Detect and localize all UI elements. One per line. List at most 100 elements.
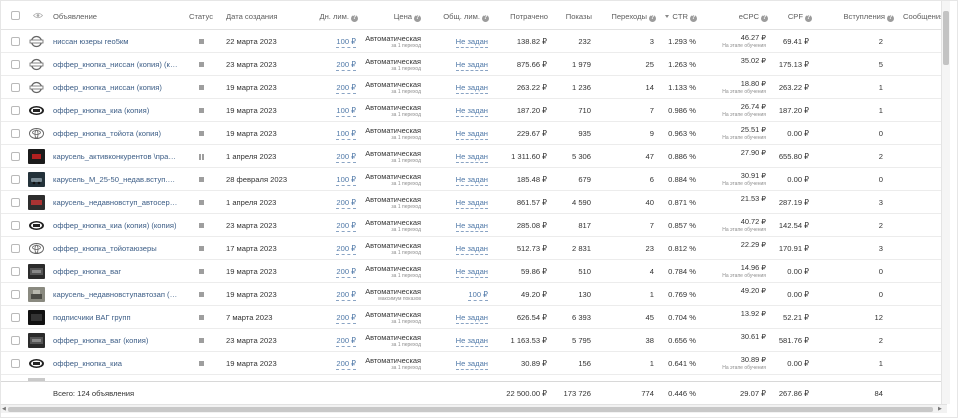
select-all-checkbox[interactable] xyxy=(11,11,20,20)
scroll-left-icon[interactable]: ◀ xyxy=(2,406,6,413)
row-checkbox[interactable] xyxy=(11,198,20,207)
status-icon[interactable] xyxy=(199,177,204,182)
daily-limit-value[interactable]: 200 ₽ xyxy=(316,352,356,375)
ad-name-link[interactable]: оффер_кнопка_ваг (копия) xyxy=(53,329,179,352)
row-checkbox[interactable] xyxy=(11,290,20,299)
help-icon[interactable]: ? xyxy=(805,15,812,22)
row-checkbox[interactable] xyxy=(11,336,20,345)
col-created[interactable]: Дата создания xyxy=(226,1,277,30)
row-checkbox[interactable] xyxy=(11,359,20,368)
daily-limit-value[interactable]: 200 ₽ xyxy=(316,329,356,352)
row-checkbox[interactable] xyxy=(11,152,20,161)
ad-name-link[interactable]: оффер_кнопка_тойота (копия) xyxy=(53,122,179,145)
row-checkbox[interactable] xyxy=(11,313,20,322)
status-icon[interactable] xyxy=(199,85,204,90)
daily-limit-value[interactable]: 200 ₽ xyxy=(316,283,356,306)
help-icon[interactable]: ? xyxy=(414,15,421,22)
status-icon[interactable] xyxy=(199,154,204,160)
horizontal-scrollbar[interactable]: ◀ ▶ xyxy=(1,404,947,413)
row-checkbox[interactable] xyxy=(11,175,20,184)
table-row[interactable]: оффер_кнопка_киа 19 марта 2023 200 ₽ Автома… xyxy=(1,352,941,375)
col-joins[interactable]: Вступления? xyxy=(839,1,894,30)
status-icon[interactable] xyxy=(199,361,204,366)
col-daily-limit[interactable]: Дн. лим.? xyxy=(301,1,358,30)
row-checkbox[interactable] xyxy=(11,267,20,276)
status-icon[interactable] xyxy=(199,131,204,136)
table-row[interactable]: оффер_кнопка_тойота (копия) 19 марта 2023… xyxy=(1,122,941,145)
daily-limit-value[interactable]: 200 ₽ xyxy=(316,76,356,99)
ad-name-link[interactable]: карусель_недавновступ_автосерви... xyxy=(53,191,179,214)
table-row[interactable]: оффер_кнопка_ваг (копия) 23 марта 2023 200… xyxy=(1,329,941,352)
table-row[interactable]: оффер_кнопка_тойотаюзеры 17 марта 2023 200… xyxy=(1,237,941,260)
help-icon[interactable]: ? xyxy=(351,15,358,22)
ad-name-link[interactable]: оффер_кнопка_киа xyxy=(53,352,179,375)
daily-limit-value[interactable]: 100 ₽ xyxy=(316,99,356,122)
ad-name-link[interactable]: оффер_кнопка_ниссан (копия) xyxy=(53,76,179,99)
help-icon[interactable]: ? xyxy=(690,15,697,22)
ad-name-link[interactable]: оффер_кнопка_киа (копия) (копия) xyxy=(53,214,179,237)
status-icon[interactable] xyxy=(199,246,204,251)
status-icon[interactable] xyxy=(199,315,204,320)
daily-limit-value[interactable]: 200 ₽ xyxy=(316,191,356,214)
ad-name-link[interactable]: оффер_кнопка_ниссан (копия) (коп... xyxy=(53,53,179,76)
scroll-right-icon[interactable]: ▶ xyxy=(938,406,942,413)
col-ad[interactable]: Объявление xyxy=(53,1,97,30)
table-row[interactable]: оффер_кнопка_киа (копия) (копия) 23 марта… xyxy=(1,214,941,237)
help-icon[interactable]: ? xyxy=(649,15,656,22)
status-icon[interactable] xyxy=(199,200,204,205)
status-icon[interactable] xyxy=(199,39,204,44)
ad-name-link[interactable]: карусель_активконкурентов \правки xyxy=(53,145,179,168)
daily-limit-value[interactable]: 200 ₽ xyxy=(316,260,356,283)
daily-limit-value[interactable]: 100 ₽ xyxy=(316,30,356,53)
table-row[interactable]: оффер_кнопка_киа (копия) 19 марта 2023 100… xyxy=(1,99,941,122)
row-checkbox[interactable] xyxy=(11,244,20,253)
help-icon[interactable]: ? xyxy=(761,15,768,22)
table-row[interactable]: карусель_М_25-50_недав.вступ.авт... 28 фе… xyxy=(1,168,941,191)
table-row[interactable]: карусель_недавновступавтозап (коп... 19 м… xyxy=(1,283,941,306)
col-ctr[interactable]: CTR? xyxy=(659,1,697,30)
status-icon[interactable] xyxy=(199,223,204,228)
table-row[interactable]: подписчики ВАГ групп 7 марта 2023 200 ₽ Авт… xyxy=(1,306,941,329)
ad-name-link[interactable]: карусель_недавновступавтозап (коп... xyxy=(53,283,179,306)
table-row[interactable]: карусель_недавновступ_автосерви... 1 апре… xyxy=(1,191,941,214)
ad-name-link[interactable]: оффер_кнопка_ваг xyxy=(53,260,179,283)
daily-limit-value[interactable]: 200 ₽ xyxy=(316,53,356,76)
ad-name-link[interactable]: оффер_кнопка_тойотаюзеры xyxy=(53,237,179,260)
row-checkbox[interactable] xyxy=(11,221,20,230)
daily-limit-value[interactable]: 200 ₽ xyxy=(316,214,356,237)
row-checkbox[interactable] xyxy=(11,60,20,69)
ad-name-link[interactable]: ниссан юзеры гео5км xyxy=(53,30,179,53)
status-icon[interactable] xyxy=(199,62,204,67)
table-row[interactable]: оффер_кнопка_ниссан (копия) 19 марта 2023… xyxy=(1,76,941,99)
col-messages[interactable]: Сообщения xyxy=(903,1,944,30)
ad-name-link[interactable]: оффер_кнопка_киа (копия) xyxy=(53,99,179,122)
col-total-limit[interactable]: Общ. лим.? xyxy=(431,1,489,30)
col-spent[interactable]: Потрачено xyxy=(496,1,548,30)
daily-limit-value[interactable]: 200 ₽ xyxy=(316,237,356,260)
vertical-scroll-thumb[interactable] xyxy=(943,11,949,65)
help-icon[interactable]: ? xyxy=(482,15,489,22)
table-row[interactable]: оффер_кнопка_ниссан (копия) (коп... 23 ма… xyxy=(1,53,941,76)
col-impressions[interactable]: Показы xyxy=(556,1,592,30)
row-checkbox[interactable] xyxy=(11,106,20,115)
col-cpf[interactable]: CPF? xyxy=(781,1,812,30)
status-icon[interactable] xyxy=(199,338,204,343)
daily-limit-value[interactable]: 200 ₽ xyxy=(316,145,356,168)
horizontal-scroll-thumb[interactable] xyxy=(8,407,933,412)
daily-limit-value[interactable]: 100 ₽ xyxy=(316,168,356,191)
vertical-scrollbar[interactable] xyxy=(941,1,950,404)
status-icon[interactable] xyxy=(199,269,204,274)
table-row[interactable]: ниссан юзеры гео5км 22 марта 2023 100 ₽ Авт… xyxy=(1,30,941,53)
status-icon[interactable] xyxy=(199,108,204,113)
ad-name-link[interactable]: подписчики ВАГ групп xyxy=(53,306,179,329)
ad-name-link[interactable]: карусель_М_25-50_недав.вступ.авт... xyxy=(53,168,179,191)
table-row[interactable]: оффер_кнопка_ваг 19 марта 2023 200 ₽ Автома… xyxy=(1,260,941,283)
col-status[interactable]: Статус xyxy=(189,1,213,30)
row-checkbox[interactable] xyxy=(11,83,20,92)
daily-limit-value[interactable]: 100 ₽ xyxy=(316,122,356,145)
status-icon[interactable] xyxy=(199,292,204,297)
eye-icon[interactable] xyxy=(33,12,43,19)
col-ecpc[interactable]: eCPC? xyxy=(721,1,768,30)
row-checkbox[interactable] xyxy=(11,37,20,46)
col-clicks[interactable]: Переходы? xyxy=(601,1,656,30)
